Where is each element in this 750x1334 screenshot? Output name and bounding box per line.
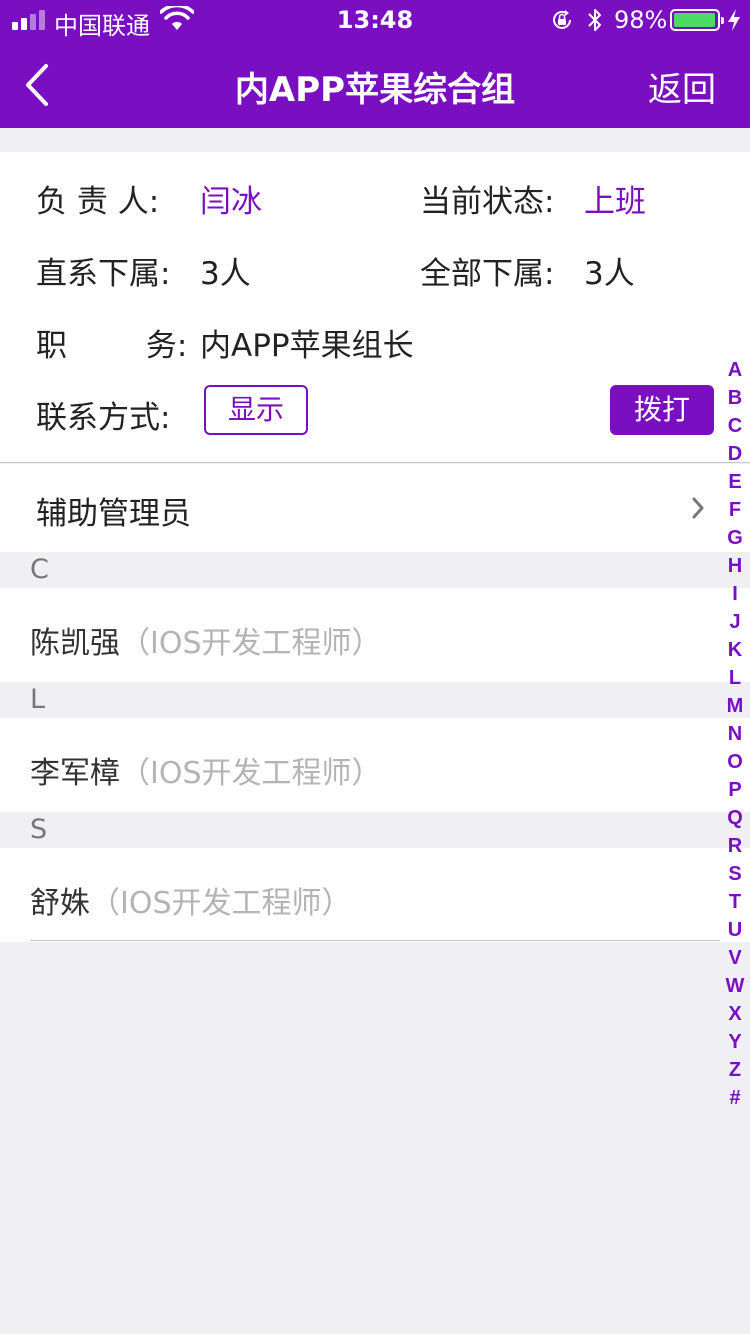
index-letter-u[interactable]: U bbox=[722, 916, 748, 944]
index-letter-v[interactable]: V bbox=[722, 944, 748, 972]
member-name-row: 舒姝（IOS开发工程师） bbox=[30, 878, 352, 922]
bluetooth-icon bbox=[588, 9, 601, 31]
index-letter-c[interactable]: C bbox=[722, 412, 748, 440]
member-name: 陈凯强 bbox=[30, 626, 120, 661]
index-letter-s[interactable]: S bbox=[722, 860, 748, 888]
list-item[interactable]: 李军樟（IOS开发工程师） bbox=[0, 718, 750, 812]
section-header-l: L bbox=[0, 682, 750, 718]
index-letter-e[interactable]: E bbox=[722, 468, 748, 496]
index-letter-q[interactable]: Q bbox=[722, 804, 748, 832]
chevron-right-icon bbox=[692, 497, 704, 519]
index-letter-t[interactable]: T bbox=[722, 888, 748, 916]
index-letter-b[interactable]: B bbox=[722, 384, 748, 412]
list-item[interactable]: 陈凯强（IOS开发工程师） bbox=[0, 588, 750, 682]
leader-value: 闫冰 bbox=[200, 184, 262, 220]
section-header-s: S bbox=[0, 812, 750, 848]
rotation-lock-icon bbox=[553, 10, 571, 29]
index-letter-n[interactable]: N bbox=[722, 720, 748, 748]
index-letter-o[interactable]: O bbox=[722, 748, 748, 776]
index-letter-h[interactable]: H bbox=[722, 552, 748, 580]
member-role: （IOS开发工程师） bbox=[120, 626, 382, 661]
direct-subordinates-label: 直系下属: bbox=[36, 256, 171, 292]
assistant-admin-label: 辅助管理员 bbox=[36, 496, 191, 532]
index-letter-g[interactable]: G bbox=[722, 524, 748, 552]
leader-label: 负 责 人: bbox=[36, 184, 160, 220]
list-item[interactable]: 舒姝（IOS开发工程师） bbox=[0, 848, 750, 942]
charging-bolt-icon bbox=[728, 9, 740, 31]
battery-icon bbox=[670, 9, 724, 31]
group-info-card: 负 责 人: 闫冰 当前状态: 上班 直系下属: 3人 全部下属: 3人 职 务… bbox=[0, 152, 750, 463]
contact-label: 联系方式: bbox=[36, 400, 171, 436]
status-value: 上班 bbox=[584, 184, 646, 220]
alphabet-index-bar[interactable]: A B C D E F G H I J K L M N O P Q R S T U V W X Y Z # bbox=[722, 356, 748, 1112]
position-label: 职 务: bbox=[36, 328, 188, 364]
index-letter-m[interactable]: M bbox=[722, 692, 748, 720]
index-letter-p[interactable]: P bbox=[722, 776, 748, 804]
index-letter-a[interactable]: A bbox=[722, 356, 748, 384]
index-letter-j[interactable]: J bbox=[722, 608, 748, 636]
index-letter-w[interactable]: W bbox=[722, 972, 748, 1000]
battery-percent: 98% bbox=[614, 6, 668, 34]
position-value: 内APP苹果组长 bbox=[200, 328, 414, 364]
member-role: （IOS开发工程师） bbox=[90, 886, 352, 921]
battery-level-fill bbox=[674, 13, 716, 27]
member-role: （IOS开发工程师） bbox=[120, 756, 382, 791]
index-letter-x[interactable]: X bbox=[722, 1000, 748, 1028]
return-button[interactable]: 返回 bbox=[648, 62, 716, 111]
index-letter-y[interactable]: Y bbox=[722, 1028, 748, 1056]
section-header-c: C bbox=[0, 552, 750, 588]
index-letter-d[interactable]: D bbox=[722, 440, 748, 468]
status-bar: 中国联通 13:48 98% bbox=[0, 0, 750, 40]
index-letter-f[interactable]: F bbox=[722, 496, 748, 524]
index-letter-k[interactable]: K bbox=[722, 636, 748, 664]
list-divider bbox=[30, 940, 720, 941]
assistant-admin-row[interactable]: 辅助管理员 bbox=[0, 464, 750, 552]
show-contact-button[interactable]: 显示 bbox=[204, 385, 308, 435]
member-name-row: 陈凯强（IOS开发工程师） bbox=[30, 618, 382, 662]
index-letter-hash[interactable]: # bbox=[722, 1084, 748, 1112]
call-button[interactable]: 拨打 bbox=[610, 385, 714, 435]
top-bar: 中国联通 13:48 98% 内APP苹果综合组 返回 bbox=[0, 0, 750, 128]
all-subordinates-label: 全部下属: bbox=[420, 256, 555, 292]
member-name-row: 李军樟（IOS开发工程师） bbox=[30, 748, 382, 792]
all-subordinates-value: 3人 bbox=[584, 256, 635, 292]
status-label: 当前状态: bbox=[420, 184, 555, 220]
member-name: 李军樟 bbox=[30, 756, 120, 791]
index-letter-l[interactable]: L bbox=[722, 664, 748, 692]
page-title: 内APP苹果综合组 bbox=[234, 70, 516, 110]
member-name: 舒姝 bbox=[30, 886, 90, 921]
direct-subordinates-value: 3人 bbox=[200, 256, 251, 292]
index-letter-i[interactable]: I bbox=[722, 580, 748, 608]
index-letter-z[interactable]: Z bbox=[722, 1056, 748, 1084]
index-letter-r[interactable]: R bbox=[722, 832, 748, 860]
